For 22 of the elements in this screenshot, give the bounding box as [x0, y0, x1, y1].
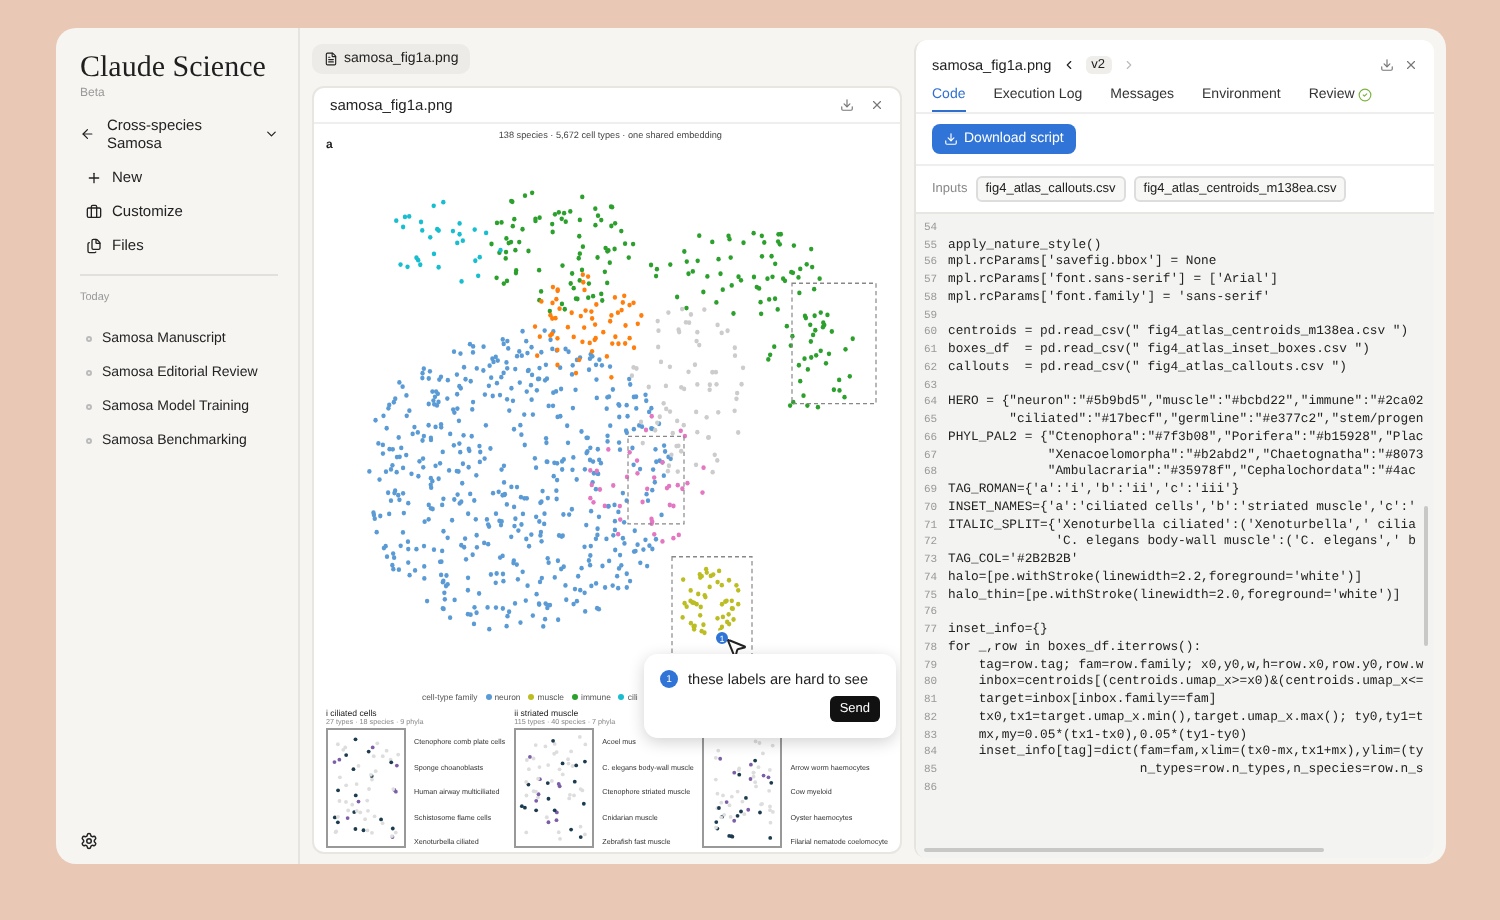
file-icon [324, 52, 338, 66]
inset-scatter-drawing [326, 728, 406, 848]
chat-dot-icon [86, 336, 92, 342]
app-brand: Claude Science [80, 52, 268, 86]
download-icon [944, 132, 958, 146]
chevron-down-icon[interactable] [263, 126, 278, 142]
scrollbar[interactable] [924, 848, 1324, 852]
chat-dot-icon [86, 370, 92, 376]
files-icon [86, 237, 102, 253]
back-arrow-icon[interactable] [80, 126, 95, 142]
settings-icon[interactable] [80, 832, 98, 850]
close-icon[interactable] [1404, 58, 1418, 72]
chat-dot-icon [86, 438, 92, 444]
chevron-left-icon[interactable] [1061, 58, 1076, 72]
inset-scatter-drawing [514, 728, 595, 848]
download-icon[interactable] [840, 98, 854, 112]
scrollbar[interactable] [1424, 506, 1428, 646]
briefcase-icon [86, 203, 102, 219]
download-icon[interactable] [1380, 58, 1394, 72]
chat-dot-icon [86, 404, 92, 410]
plus-icon [86, 169, 102, 185]
close-icon[interactable] [870, 98, 884, 112]
